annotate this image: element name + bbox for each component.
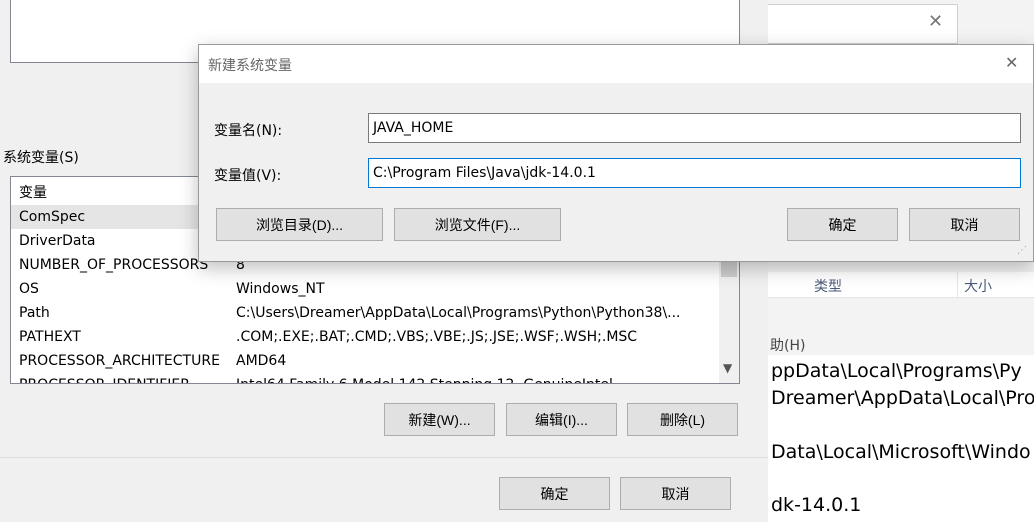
column-divider[interactable] xyxy=(957,272,958,298)
system-variables-label: 系统变量(S) xyxy=(3,150,79,166)
file-list-header: 类型 大小 xyxy=(768,272,1034,298)
variable-name-input[interactable]: JAVA_HOME xyxy=(368,113,1021,143)
table-row[interactable]: Path C:\Users\Dreamer\AppData\Local\Prog… xyxy=(11,301,735,325)
new-button[interactable]: 新建(W)... xyxy=(384,403,495,436)
path-line-1: ppData\Local\Programs\Py xyxy=(771,360,1022,382)
column-header-type[interactable]: 类型 xyxy=(814,276,842,296)
cancel-button[interactable]: 取消 xyxy=(620,477,731,510)
edit-button[interactable]: 编辑(I)... xyxy=(506,403,617,436)
scroll-down-icon[interactable]: ▼ xyxy=(723,361,732,375)
column-header-variable[interactable]: 变量 xyxy=(19,181,47,205)
column-header-size[interactable]: 大小 xyxy=(964,276,992,296)
variable-value-input[interactable]: C:\Program Files\Java\jdk-14.0.1 xyxy=(368,158,1021,188)
path-line-2: Dreamer\AppData\Local\Pro xyxy=(771,387,1034,409)
table-row[interactable]: PATHEXT .COM;.EXE;.BAT;.CMD;.VBS;.VBE;.J… xyxy=(11,325,735,349)
close-icon[interactable]: ✕ xyxy=(1005,53,1018,72)
browse-directory-button[interactable]: 浏览目录(D)... xyxy=(216,208,383,241)
menu-help[interactable]: 助(H) xyxy=(770,335,805,355)
background-mini-dialog: ✕ xyxy=(768,4,958,44)
divider xyxy=(0,457,768,458)
variable-value-label: 变量值(V): xyxy=(214,168,282,184)
dialog-title: 新建系统变量 xyxy=(208,58,292,74)
variable-name-label: 变量名(N): xyxy=(214,123,283,139)
dialog-titlebar[interactable]: 新建系统变量 ✕ xyxy=(199,45,1033,83)
table-row[interactable]: PROCESSOR_IDENTIFIER Intel64 Family 6 Mo… xyxy=(11,373,735,383)
cancel-button[interactable]: 取消 xyxy=(909,208,1020,241)
path-line-3: Data\Local\Microsoft\Windo xyxy=(771,441,1031,463)
table-row[interactable]: PROCESSOR_ARCHITECTURE AMD64 xyxy=(11,349,735,373)
resize-grip-icon[interactable]: ⋰ xyxy=(1017,245,1027,256)
close-icon[interactable]: ✕ xyxy=(928,11,943,32)
delete-button[interactable]: 删除(L) xyxy=(627,403,738,436)
new-system-variable-dialog: 新建系统变量 ✕ 变量名(N): JAVA_HOME 变量值(V): C:\Pr… xyxy=(198,44,1034,262)
table-row[interactable]: OS Windows_NT xyxy=(11,277,735,301)
ok-button[interactable]: 确定 xyxy=(499,477,610,510)
browse-file-button[interactable]: 浏览文件(F)... xyxy=(394,208,561,241)
path-line-4: dk-14.0.1 xyxy=(771,494,862,516)
ok-button[interactable]: 确定 xyxy=(787,208,898,241)
